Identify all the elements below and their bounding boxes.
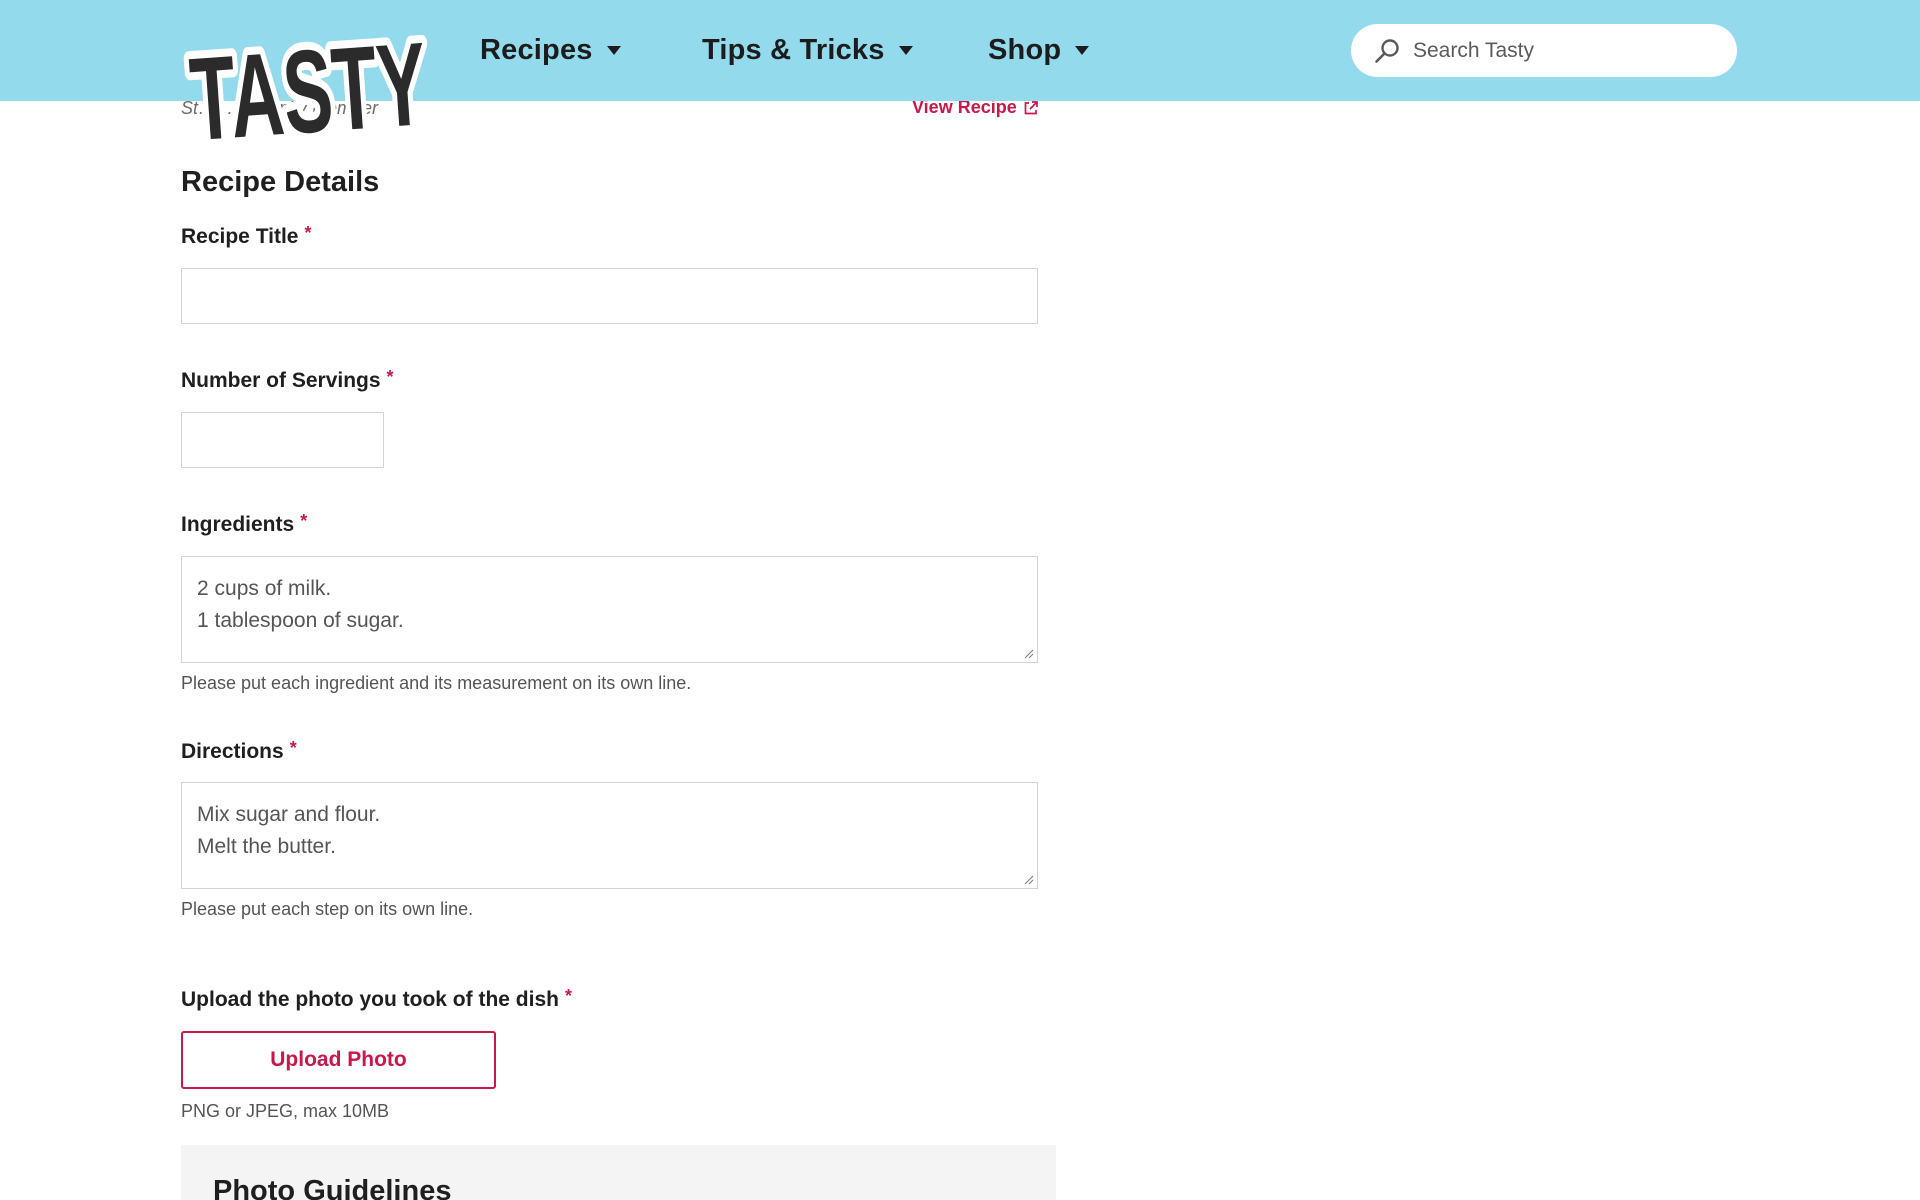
- svg-text:TASTY: TASTY: [186, 18, 431, 166]
- directions-hint: Please put each step on its own line.: [181, 899, 474, 919]
- upload-photo-button[interactable]: Upload Photo: [181, 1031, 496, 1089]
- directions-textarea[interactable]: Mix sugar and flour. Melt the butter.: [181, 782, 1038, 889]
- recipe-title-label: Recipe Title *: [181, 223, 312, 249]
- nav-recipes-label: Recipes: [480, 33, 593, 66]
- ingredients-hint: Please put each ingredient and its measu…: [181, 673, 692, 693]
- tasty-logo-graphic: TASTY TASTY: [178, 10, 439, 174]
- search-input[interactable]: [1413, 24, 1713, 77]
- nav-tips-and-tricks[interactable]: Tips & Tricks: [702, 32, 913, 68]
- ingredients-textarea[interactable]: 2 cups of milk. 1 tablespoon of sugar.: [181, 556, 1038, 663]
- ingredients-label: Ingredients *: [181, 511, 308, 537]
- directions-label: Directions *: [181, 738, 297, 764]
- nav-tips-label: Tips & Tricks: [702, 33, 885, 66]
- servings-label: Number of Servings *: [181, 367, 394, 393]
- directions-placeholder-line: Melt the butter.: [197, 835, 336, 858]
- external-link-icon: [1024, 100, 1038, 114]
- servings-input[interactable]: [181, 412, 384, 468]
- chevron-down-icon: [898, 45, 913, 55]
- recipe-title-label-text: Recipe Title: [181, 225, 299, 248]
- required-marker: *: [300, 511, 308, 531]
- required-marker: *: [564, 986, 572, 1006]
- chevron-down-icon: [1075, 45, 1090, 55]
- nav-shop-label: Shop: [988, 33, 1062, 66]
- section-title: Recipe Details: [181, 166, 380, 198]
- resize-handle-icon[interactable]: [1024, 875, 1034, 885]
- photo-label: Upload the photo you took of the dish *: [181, 986, 572, 1012]
- photo-label-text: Upload the photo you took of the dish: [181, 988, 559, 1011]
- required-marker: *: [386, 367, 394, 387]
- ingredients-placeholder-line: 1 tablespoon of sugar.: [197, 609, 404, 632]
- photo-guidelines-panel: Photo Guidelines: [181, 1145, 1056, 1200]
- ingredients-label-text: Ingredients: [181, 513, 295, 536]
- photo-guidelines-title: Photo Guidelines: [213, 1175, 452, 1200]
- directions-label-text: Directions: [181, 740, 284, 763]
- search-box[interactable]: [1351, 24, 1737, 77]
- tasty-logo[interactable]: TASTY TASTY: [178, 10, 439, 174]
- nav-recipes[interactable]: Recipes: [480, 32, 621, 68]
- search-icon: [1375, 39, 1399, 63]
- required-marker: *: [304, 223, 312, 243]
- ingredients-placeholder-line: 2 cups of milk.: [197, 577, 332, 600]
- directions-placeholder-line: Mix sugar and flour.: [197, 803, 381, 826]
- servings-label-text: Number of Servings: [181, 369, 381, 392]
- photo-hint: PNG or JPEG, max 10MB: [181, 1101, 390, 1121]
- chevron-down-icon: [606, 45, 621, 55]
- resize-handle-icon[interactable]: [1024, 649, 1034, 659]
- recipe-title-input[interactable]: [181, 268, 1038, 324]
- nav-shop[interactable]: Shop: [988, 32, 1090, 68]
- required-marker: *: [289, 738, 297, 758]
